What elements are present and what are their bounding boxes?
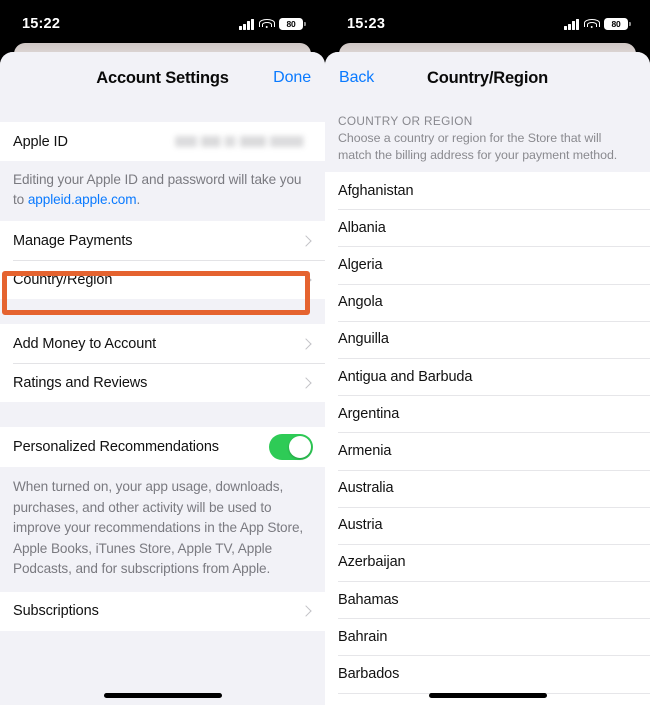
wifi-icon bbox=[583, 18, 600, 30]
payments-group: Manage Payments Country/Region bbox=[0, 221, 325, 299]
home-indicator[interactable] bbox=[428, 693, 547, 698]
row-personalized-recommendations[interactable]: Personalized Recommendations bbox=[0, 427, 325, 467]
row-label-country-region: Country/Region bbox=[13, 271, 113, 288]
list-item[interactable]: Azerbaijan bbox=[325, 543, 650, 582]
row-add-money[interactable]: Add Money to Account bbox=[0, 324, 325, 363]
wifi-icon bbox=[258, 18, 275, 30]
country-label: Austria bbox=[338, 517, 383, 534]
country-label: Barbados bbox=[338, 666, 400, 683]
page-title: Account Settings bbox=[96, 68, 229, 87]
country-label: Bahamas bbox=[338, 591, 399, 608]
nav-bar-country-region: Back Country/Region bbox=[325, 52, 650, 104]
dual-phone-screenshot: 15:22 80 Account Settings Done Apple ID bbox=[0, 0, 650, 705]
personalized-group: Personalized Recommendations bbox=[0, 427, 325, 467]
country-label: Angola bbox=[338, 294, 383, 311]
chevron-right-icon bbox=[300, 605, 312, 617]
page-title: Country/Region bbox=[427, 68, 548, 87]
status-indicators: 80 bbox=[239, 14, 306, 30]
list-item[interactable]: Algeria bbox=[325, 246, 650, 284]
status-bar-left: 15:22 80 bbox=[0, 0, 325, 44]
account-settings-sheet: Account Settings Done Apple ID Editing y… bbox=[0, 52, 325, 705]
account-actions-group: Add Money to Account Ratings and Reviews bbox=[0, 324, 325, 402]
country-label: Antigua and Barbuda bbox=[338, 368, 473, 385]
subscriptions-group: Subscriptions bbox=[0, 591, 325, 631]
row-label-ratings-reviews: Ratings and Reviews bbox=[13, 374, 148, 391]
list-item[interactable]: Barbados bbox=[325, 655, 650, 693]
list-item[interactable]: Afghanistan bbox=[325, 172, 650, 210]
country-label: Algeria bbox=[338, 256, 383, 273]
list-item[interactable]: Angola bbox=[325, 283, 650, 321]
right-phone-screen: 15:23 80 Back Country/Region COUNTRY OR … bbox=[325, 0, 650, 705]
personalized-recommendations-toggle[interactable] bbox=[269, 434, 313, 460]
row-label-personalized: Personalized Recommendations bbox=[13, 439, 219, 455]
status-indicators: 80 bbox=[564, 14, 631, 30]
apple-id-value-redacted bbox=[175, 136, 313, 147]
list-item[interactable]: Australia bbox=[325, 469, 650, 507]
country-list: Afghanistan Albania Algeria Angola Angui… bbox=[325, 172, 650, 705]
appleid-link[interactable]: appleid.apple.com bbox=[28, 192, 137, 207]
list-item[interactable]: Argentina bbox=[325, 395, 650, 433]
row-country-region[interactable]: Country/Region bbox=[0, 260, 325, 299]
battery-level: 80 bbox=[611, 18, 621, 29]
chevron-right-icon bbox=[300, 337, 312, 350]
status-time: 15:23 bbox=[347, 16, 386, 32]
cellular-signal-icon bbox=[239, 18, 254, 30]
country-region-sheet: Back Country/Region COUNTRY OR REGION Ch… bbox=[325, 52, 650, 705]
row-label-subscriptions: Subscriptions bbox=[13, 603, 99, 619]
apple-id-footnote: Editing your Apple ID and password will … bbox=[0, 161, 325, 221]
row-manage-payments[interactable]: Manage Payments bbox=[0, 221, 325, 260]
country-label: Afghanistan bbox=[338, 182, 414, 199]
list-item[interactable]: Bahamas bbox=[325, 581, 650, 619]
cellular-signal-icon bbox=[564, 18, 579, 30]
country-label: Argentina bbox=[338, 405, 400, 422]
list-item[interactable]: Anguilla bbox=[325, 320, 650, 358]
nav-bar-account-settings: Account Settings Done bbox=[0, 52, 325, 104]
status-bar-right: 15:23 80 bbox=[325, 0, 650, 44]
country-section-header: COUNTRY OR REGION Choose a country or re… bbox=[325, 104, 650, 172]
country-label: Armenia bbox=[338, 442, 392, 459]
footnote-text-after: . bbox=[136, 191, 141, 207]
chevron-right-icon bbox=[300, 234, 312, 247]
left-phone-screen: 15:22 80 Account Settings Done Apple ID bbox=[0, 0, 325, 705]
country-label: Azerbaijan bbox=[338, 554, 406, 571]
row-label-apple-id: Apple ID bbox=[13, 133, 68, 150]
section-subtitle: Choose a country or region for the Store… bbox=[338, 131, 618, 162]
home-indicator[interactable] bbox=[103, 693, 222, 698]
list-item[interactable]: Antigua and Barbuda bbox=[325, 357, 650, 396]
chevron-right-icon bbox=[300, 273, 312, 286]
spacer-mid-2 bbox=[0, 402, 325, 427]
battery-level: 80 bbox=[286, 18, 296, 29]
battery-icon: 80 bbox=[279, 18, 306, 30]
country-label: Australia bbox=[338, 480, 394, 497]
row-label-manage-payments: Manage Payments bbox=[13, 232, 133, 249]
personalized-footnote: When turned on, your app usage, download… bbox=[0, 467, 325, 592]
row-ratings-reviews[interactable]: Ratings and Reviews bbox=[0, 363, 325, 402]
status-time: 15:22 bbox=[22, 16, 61, 32]
list-item[interactable]: Austria bbox=[325, 506, 650, 544]
country-label: Albania bbox=[338, 219, 386, 236]
list-item[interactable]: Bahrain bbox=[325, 618, 650, 656]
row-subscriptions[interactable]: Subscriptions bbox=[0, 591, 325, 631]
country-label: Bahrain bbox=[338, 628, 388, 645]
row-label-add-money: Add Money to Account bbox=[13, 335, 157, 352]
list-item[interactable]: Armenia bbox=[325, 432, 650, 470]
list-item[interactable]: Albania bbox=[325, 209, 650, 247]
battery-icon: 80 bbox=[604, 18, 631, 30]
done-button[interactable]: Done bbox=[273, 69, 311, 87]
spacer-mid-1 bbox=[0, 299, 325, 324]
back-button[interactable]: Back bbox=[339, 69, 374, 87]
row-apple-id[interactable]: Apple ID bbox=[0, 122, 325, 161]
chevron-right-icon bbox=[300, 376, 312, 389]
section-title: COUNTRY OR REGION bbox=[338, 114, 473, 128]
apple-id-group: Apple ID bbox=[0, 122, 325, 161]
spacer-top bbox=[0, 104, 325, 122]
spacer-bottom bbox=[0, 630, 325, 671]
country-label: Anguilla bbox=[338, 331, 389, 348]
